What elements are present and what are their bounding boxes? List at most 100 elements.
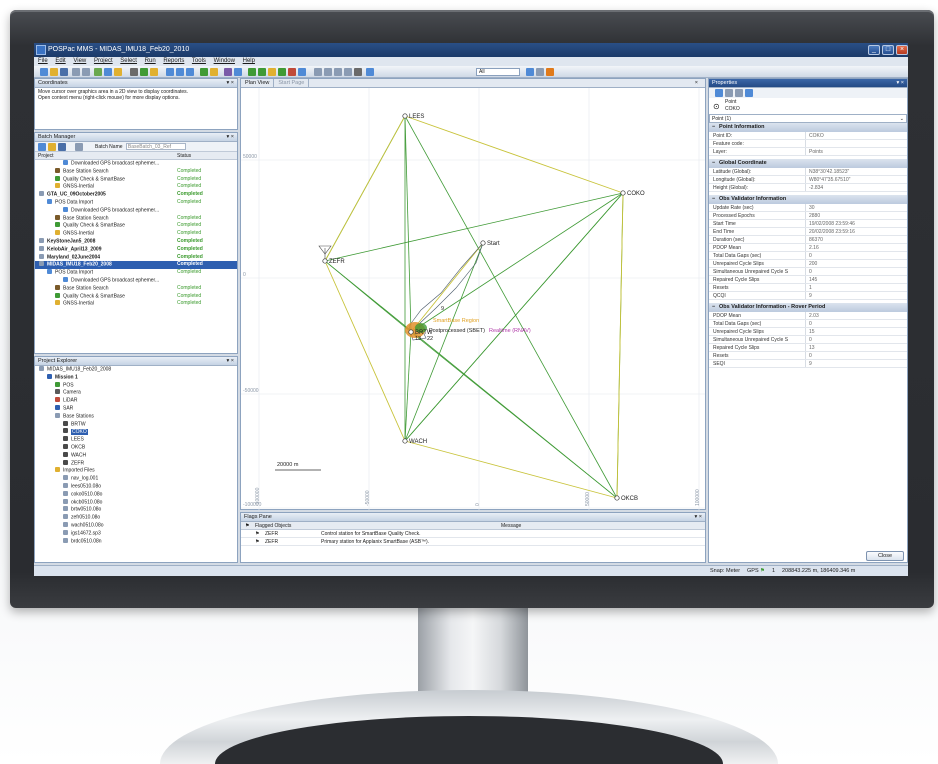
properties-section-header[interactable]: Obs Validator Information - Rover Period [709, 303, 907, 312]
property-row[interactable]: Resets 0 [709, 352, 907, 360]
properties-object-select[interactable]: Point (1) ⌄ [709, 114, 907, 123]
menu-view[interactable]: View [73, 58, 86, 64]
menu-window[interactable]: Window [214, 58, 235, 64]
property-row[interactable]: Longitude (Global): W80°47'35.67510" [709, 176, 907, 184]
report-icon[interactable] [114, 68, 122, 76]
graph-icon[interactable] [140, 68, 148, 76]
tree-item[interactable]: Camera [35, 389, 237, 397]
batch-row[interactable]: GTA_UC_09October2005 Completed [35, 191, 237, 199]
station-marker[interactable] [480, 240, 486, 246]
close-icon[interactable]: ▾ × [226, 79, 234, 88]
property-row[interactable]: Start Time 19/02/2008 23:59:46 [709, 220, 907, 228]
filter-chart-icon[interactable] [366, 68, 374, 76]
sort-icon[interactable] [735, 89, 743, 97]
close-icon[interactable]: ▾ × [896, 79, 904, 88]
flag-tool-icon[interactable] [546, 68, 554, 76]
batch-row[interactable]: KeyStoneJan5_2008 Completed [35, 237, 237, 246]
text-tool-icon[interactable] [314, 68, 322, 76]
batch-row[interactable]: Maryland_02June2004 Completed [35, 253, 237, 262]
batch-row[interactable]: Quality Check & SmartBase Completed [35, 175, 237, 184]
property-row[interactable]: Simultaneous Unrepaired Cycle S 0 [709, 268, 907, 276]
tree-item[interactable]: igs14672.sp3 [35, 529, 237, 538]
tree-item[interactable]: MIDAS_IMU18_Feb20_2008 [35, 366, 237, 374]
station-marker[interactable] [402, 113, 408, 119]
tree-item[interactable]: BRTW [35, 420, 237, 429]
menu-edit[interactable]: Edit [55, 58, 65, 64]
batch-row[interactable]: Base Station Search Completed [35, 284, 237, 293]
chart-icon[interactable] [130, 68, 138, 76]
filter-select[interactable]: All [476, 68, 520, 76]
close-properties-button[interactable]: Close [866, 551, 904, 561]
column-status[interactable]: Status [177, 152, 191, 160]
station-marker[interactable] [620, 190, 626, 196]
close-icon[interactable]: × [691, 79, 702, 88]
tree-item[interactable]: Base Stations [35, 412, 237, 421]
flag-row[interactable]: ⚑ ZEFR Control station for SmartBase Quali… [241, 530, 705, 538]
tree-item[interactable]: SAR [35, 404, 237, 413]
batch-row[interactable]: Base Station Search Completed [35, 214, 237, 223]
menu-run[interactable]: Run [145, 58, 156, 64]
batch-row[interactable]: Base Station Search Completed [35, 167, 237, 176]
batch-row[interactable]: Downloaded GPS broadcast ephemer... [35, 160, 237, 168]
tree-item[interactable]: WACH [35, 451, 237, 460]
column-message[interactable]: Message [501, 522, 521, 530]
tree-item[interactable]: zefr0510.08o [35, 514, 237, 522]
properties-section-header[interactable]: Obs Validator Information [709, 195, 907, 204]
undo-icon[interactable] [72, 68, 80, 76]
select-icon[interactable] [210, 68, 218, 76]
property-row[interactable]: Duration (sec) 86370 [709, 236, 907, 244]
property-row[interactable]: Point ID: COKO [709, 132, 907, 140]
tree-item[interactable]: POS [35, 381, 237, 390]
tab-plan-view[interactable]: Plan View [241, 79, 275, 88]
tree-item[interactable]: LiDAR [35, 397, 237, 405]
snap-value[interactable]: Meter [726, 566, 740, 576]
maximize-button[interactable]: □ [882, 45, 894, 55]
text-style-icon[interactable] [344, 68, 352, 76]
close-icon[interactable]: ▾ × [226, 133, 234, 142]
flag-row[interactable]: ⚑ ZEFR Primary station for Applanix SmartB… [241, 538, 705, 546]
batch-options-icon[interactable] [75, 143, 83, 151]
menu-reports[interactable]: Reports [163, 58, 184, 64]
property-row[interactable]: Resets 1 [709, 284, 907, 292]
area-tool-icon[interactable] [268, 68, 276, 76]
close-button[interactable]: × [896, 45, 908, 55]
redo-icon[interactable] [82, 68, 90, 76]
tree-item[interactable]: coko0510.08o [35, 490, 237, 499]
batch-row[interactable]: Downloaded GPS broadcast ephemer... [35, 276, 237, 285]
tree-item[interactable]: lees0510.08o [35, 482, 237, 491]
point-tool-icon[interactable] [248, 68, 256, 76]
tree-item[interactable]: nav_log.001 [35, 475, 237, 483]
property-row[interactable]: PDOP Mean 2.16 [709, 244, 907, 252]
tree-item[interactable]: wach0510.08o [35, 521, 237, 530]
batch-row[interactable]: POS Data Import Completed [35, 198, 237, 207]
star-icon[interactable] [150, 68, 158, 76]
properties-tool-icon[interactable] [298, 68, 306, 76]
open-icon[interactable] [50, 68, 58, 76]
tree-item[interactable]: OKCB [35, 443, 237, 452]
close-icon[interactable]: ▾ × [694, 513, 702, 522]
property-row[interactable]: Repaired Cycle Slips 145 [709, 276, 907, 284]
property-row[interactable]: Processed Epochs 2880 [709, 212, 907, 220]
property-row[interactable]: Unrepaired Cycle Slips 200 [709, 260, 907, 268]
tree-item[interactable]: ZEFR [35, 459, 237, 468]
tab-start-page[interactable]: Start Page [274, 79, 310, 88]
text-bold-icon[interactable] [334, 68, 342, 76]
column-project[interactable]: Project [38, 152, 54, 160]
grid-icon[interactable] [234, 68, 242, 76]
measure-icon[interactable] [200, 68, 208, 76]
save-batch-icon[interactable] [58, 143, 66, 151]
property-row[interactable]: End Time 20/02/2008 23:59:16 [709, 228, 907, 236]
filter-icon[interactable] [526, 68, 534, 76]
menu-help[interactable]: Help [243, 58, 255, 64]
pan-icon[interactable] [186, 68, 194, 76]
station-marker[interactable] [408, 329, 414, 335]
property-row[interactable]: Feature code: [709, 140, 907, 148]
property-row[interactable]: Layer: Points [709, 148, 907, 156]
record-icon[interactable] [354, 68, 362, 76]
batch-row[interactable]: GNSS-Inertial Completed [35, 230, 237, 238]
batch-row[interactable]: Downloaded GPS broadcast ephemer... [35, 206, 237, 215]
zoom-in-icon[interactable] [166, 68, 174, 76]
tree-item[interactable]: LEES [35, 436, 237, 444]
new-batch-icon[interactable] [38, 143, 46, 151]
batch-row[interactable]: GNSS-Inertial Completed [35, 183, 237, 191]
